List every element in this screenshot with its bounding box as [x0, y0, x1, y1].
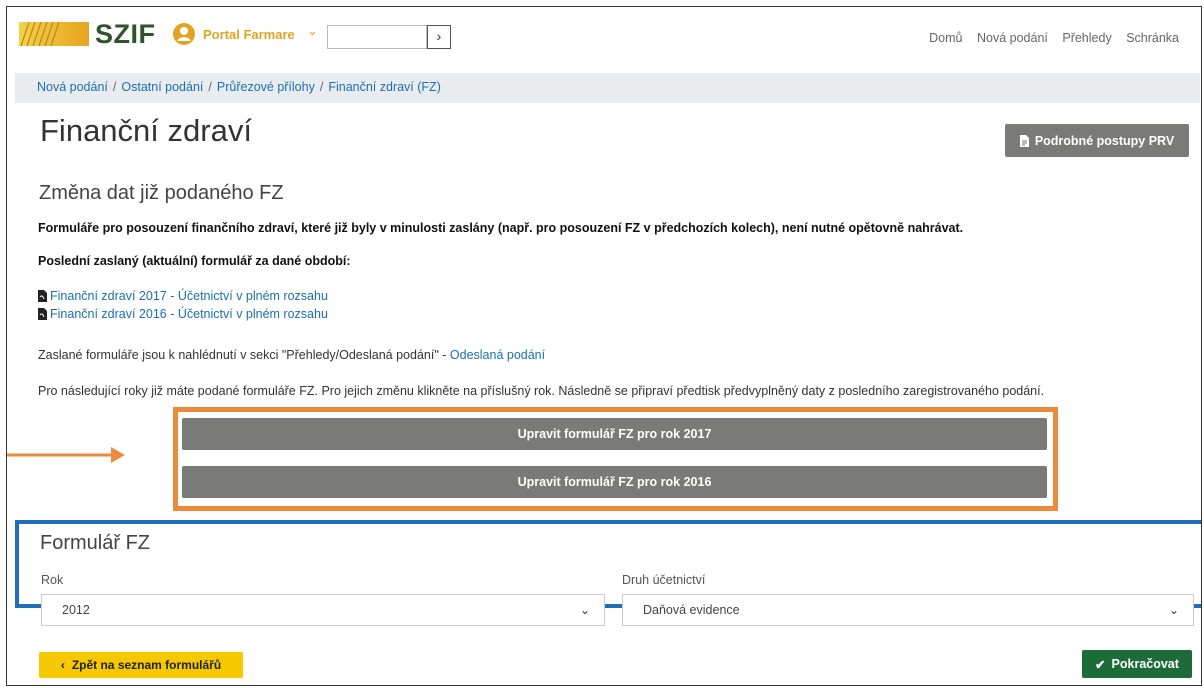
- year-label: Rok: [41, 573, 64, 587]
- accounting-type-label: Druh účetnictví: [622, 573, 706, 587]
- checkmark-icon: ✔: [1095, 657, 1106, 672]
- breadcrumb-item[interactable]: Ostatní podání: [121, 80, 203, 94]
- sent-submissions-link[interactable]: Odeslaná podání: [450, 348, 545, 362]
- chevron-down-icon: ⌄: [579, 603, 590, 617]
- arrow-right-icon: [7, 447, 125, 463]
- nav-home[interactable]: Domů: [929, 31, 962, 45]
- szif-logo-text[interactable]: SZIF: [95, 19, 156, 50]
- breadcrumb: Nová podání / Ostatní podání / Průřezové pří…: [15, 73, 1200, 103]
- search-input[interactable]: [327, 25, 427, 49]
- accounting-type-select[interactable]: Daňová evidence ⌄: [622, 594, 1194, 626]
- form-title: Formulář FZ: [40, 532, 150, 554]
- edit-fz-2016-button[interactable]: Upravit formulář FZ pro rok 2016: [182, 466, 1047, 498]
- edit-fz-2017-button[interactable]: Upravit formulář FZ pro rok 2017: [182, 418, 1047, 450]
- szif-logo-icon: [19, 22, 89, 46]
- nav-inbox[interactable]: Schránka: [1126, 31, 1179, 45]
- prv-procedures-button[interactable]: Podrobné postupy PRV: [1005, 124, 1189, 157]
- breadcrumb-item[interactable]: Finanční zdraví (FZ): [328, 80, 441, 94]
- year-select[interactable]: 2012 ⌄: [41, 594, 605, 626]
- page-title: Finanční zdraví: [40, 113, 252, 148]
- back-to-forms-button[interactable]: ‹ Zpět na seznam formulářů: [39, 652, 243, 678]
- last-sent-label: Poslední zaslaný (aktuální) formulář za …: [38, 254, 351, 268]
- chevron-down-icon: ⌄: [1168, 603, 1179, 617]
- top-header: SZIF Portal Farmare ⌄ › Domů Nová podání…: [7, 7, 1201, 57]
- info-note: Formuláře pro posouzení finančního zdrav…: [38, 221, 964, 235]
- sent-forms-info: Zaslané formuláře jsou k nahlédnutí v se…: [38, 348, 546, 362]
- following-years-info: Pro následující roky již máte podané for…: [38, 384, 1045, 398]
- doc-link-2016[interactable]: Finanční zdraví 2016 - Účetnictví v plné…: [38, 307, 328, 321]
- user-avatar-icon[interactable]: [172, 22, 196, 46]
- continue-button[interactable]: ✔ Pokračovat: [1082, 650, 1192, 678]
- search-submit-button[interactable]: ›: [427, 25, 451, 49]
- document-icon: [1019, 134, 1029, 147]
- chevron-down-icon[interactable]: ⌄: [307, 23, 318, 39]
- portal-menu-label[interactable]: Portal Farmare: [203, 27, 295, 42]
- section-title: Změna dat již podaného FZ: [39, 182, 284, 204]
- nav-overviews[interactable]: Přehledy: [1062, 31, 1111, 45]
- top-nav: Domů Nová podání Přehledy Schránka: [918, 31, 1179, 45]
- pdf-icon: [38, 290, 47, 302]
- breadcrumb-item[interactable]: Průřezové přílohy: [217, 80, 315, 94]
- doc-link-2017[interactable]: Finanční zdraví 2017 - Účetnictví v plné…: [38, 289, 328, 303]
- prv-button-label: Podrobné postupy PRV: [1034, 133, 1175, 148]
- nav-new-submissions[interactable]: Nová podání: [977, 31, 1048, 45]
- app-window: SZIF Portal Farmare ⌄ › Domů Nová podání…: [6, 6, 1202, 686]
- chevron-left-icon: ‹: [60, 658, 65, 672]
- pdf-icon: [38, 308, 47, 320]
- breadcrumb-item[interactable]: Nová podání: [37, 80, 108, 94]
